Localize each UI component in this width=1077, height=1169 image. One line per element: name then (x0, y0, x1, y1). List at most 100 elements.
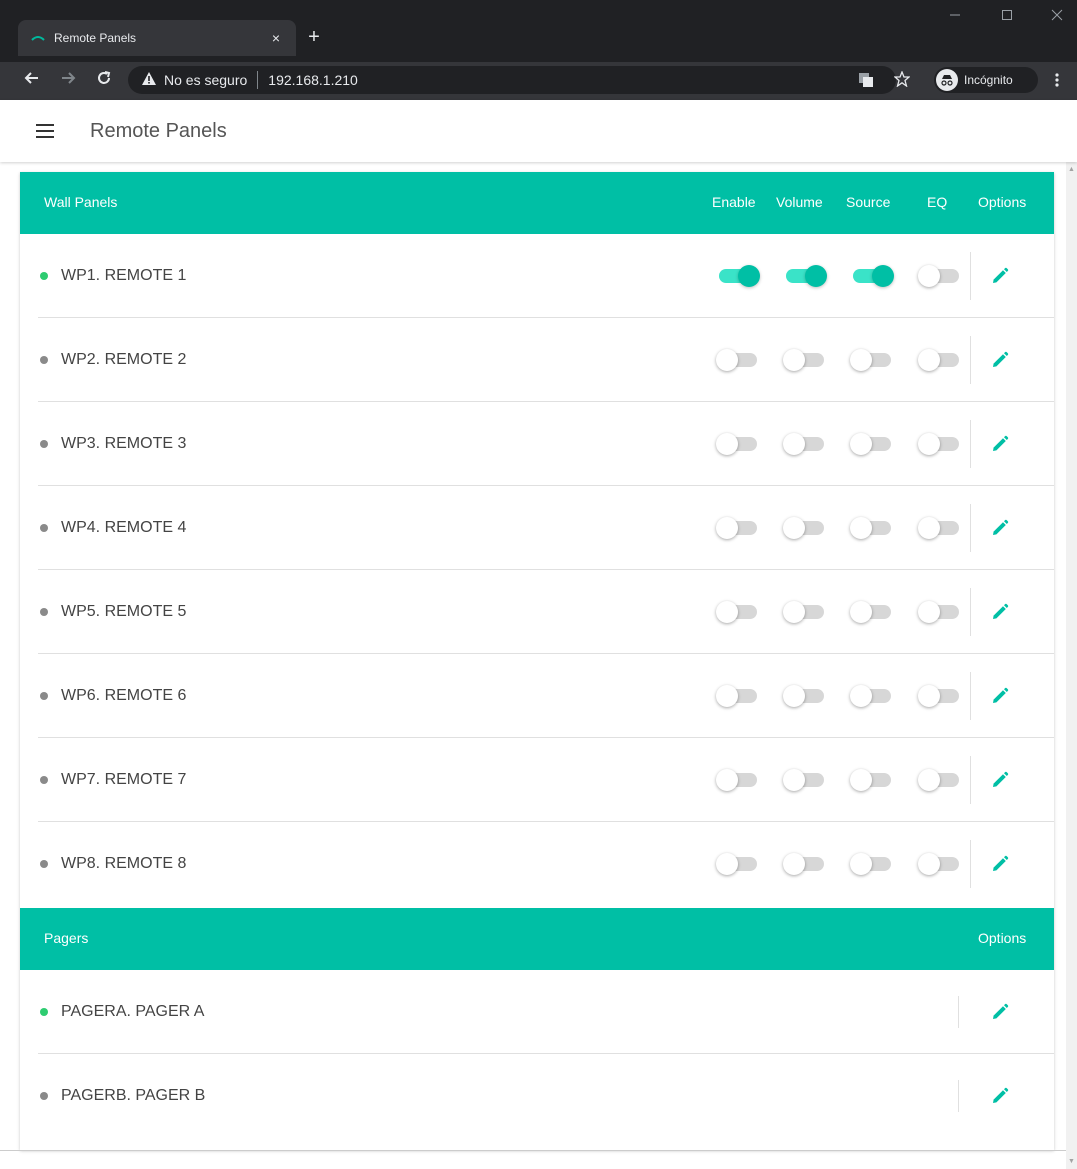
edit-pencil-icon[interactable] (986, 1082, 1014, 1110)
source-toggle-knob[interactable] (850, 853, 872, 875)
volume-toggle[interactable] (783, 685, 827, 707)
enable-toggle-knob[interactable] (716, 601, 738, 623)
enable-toggle-knob[interactable] (738, 265, 760, 287)
eq-toggle-knob[interactable] (918, 853, 940, 875)
source-toggle[interactable] (850, 265, 894, 287)
enable-toggle[interactable] (716, 433, 760, 455)
volume-toggle-knob[interactable] (783, 853, 805, 875)
enable-toggle-knob[interactable] (716, 433, 738, 455)
eq-toggle-knob[interactable] (918, 517, 940, 539)
edit-pencil-icon[interactable] (986, 850, 1014, 878)
volume-toggle-knob[interactable] (783, 769, 805, 791)
volume-toggle[interactable] (783, 601, 827, 623)
enable-toggle-knob[interactable] (716, 349, 738, 371)
enable-toggle-knob[interactable] (716, 853, 738, 875)
back-arrow-icon[interactable] (20, 70, 44, 91)
forward-arrow-icon[interactable] (56, 70, 80, 91)
options-divider (958, 1080, 959, 1112)
source-toggle-knob[interactable] (850, 349, 872, 371)
eq-toggle-knob[interactable] (918, 601, 940, 623)
enable-toggle[interactable] (716, 685, 760, 707)
volume-toggle-knob[interactable] (783, 433, 805, 455)
volume-toggle-knob[interactable] (805, 265, 827, 287)
source-toggle[interactable] (850, 433, 894, 455)
edit-pencil-icon[interactable] (986, 682, 1014, 710)
close-window-icon[interactable] (1042, 8, 1072, 24)
source-toggle-knob[interactable] (872, 265, 894, 287)
eq-toggle-knob[interactable] (918, 433, 940, 455)
volume-toggle[interactable] (783, 349, 827, 371)
options-divider (970, 756, 971, 804)
maximize-icon[interactable] (992, 8, 1022, 24)
tab-close-icon[interactable]: × (264, 30, 288, 46)
eq-toggle-knob[interactable] (918, 349, 940, 371)
minimize-icon[interactable] (940, 8, 970, 24)
volume-toggle-knob[interactable] (783, 685, 805, 707)
eq-toggle[interactable] (918, 433, 962, 455)
source-toggle[interactable] (850, 349, 894, 371)
source-toggle[interactable] (850, 853, 894, 875)
scrollbar[interactable]: ▲ ▼ (1066, 162, 1077, 1169)
source-toggle-knob[interactable] (850, 517, 872, 539)
enable-toggle-knob[interactable] (716, 769, 738, 791)
eq-toggle-knob[interactable] (918, 265, 940, 287)
translate-icon[interactable] (858, 72, 874, 93)
volume-toggle[interactable] (783, 433, 827, 455)
edit-pencil-icon[interactable] (986, 514, 1014, 542)
volume-toggle[interactable] (783, 853, 827, 875)
enable-toggle[interactable] (716, 517, 760, 539)
site-favicon-icon (30, 30, 46, 46)
new-tab-button[interactable]: + (302, 26, 326, 49)
eq-toggle[interactable] (918, 265, 962, 287)
eq-toggle[interactable] (918, 601, 962, 623)
enable-toggle[interactable] (716, 769, 760, 791)
wall-panel-row: WP4. REMOTE 4 (38, 486, 1054, 570)
source-toggle-knob[interactable] (850, 769, 872, 791)
edit-pencil-icon[interactable] (986, 262, 1014, 290)
eq-toggle[interactable] (918, 349, 962, 371)
enable-toggle-knob[interactable] (716, 517, 738, 539)
source-toggle[interactable] (850, 601, 894, 623)
source-toggle[interactable] (850, 685, 894, 707)
eq-toggle[interactable] (918, 517, 962, 539)
enable-toggle[interactable] (716, 601, 760, 623)
scroll-down-icon[interactable]: ▼ (1068, 1158, 1075, 1165)
source-toggle-knob[interactable] (850, 685, 872, 707)
volume-toggle-knob[interactable] (783, 349, 805, 371)
edit-pencil-icon[interactable] (986, 430, 1014, 458)
hamburger-menu-icon[interactable] (36, 124, 54, 138)
source-toggle-knob[interactable] (850, 433, 872, 455)
source-toggle[interactable] (850, 769, 894, 791)
volume-toggle-knob[interactable] (783, 517, 805, 539)
volume-toggle[interactable] (783, 265, 827, 287)
incognito-badge[interactable]: Incógnito (934, 67, 1038, 93)
address-bar[interactable]: No es seguro 192.168.1.210 (128, 66, 896, 94)
eq-toggle[interactable] (918, 853, 962, 875)
edit-pencil-icon[interactable] (986, 598, 1014, 626)
eq-toggle-knob[interactable] (918, 769, 940, 791)
source-toggle[interactable] (850, 517, 894, 539)
enable-toggle-knob[interactable] (716, 685, 738, 707)
panel-name: WP3. REMOTE 3 (61, 435, 187, 452)
browser-tab[interactable]: Remote Panels × (18, 20, 296, 56)
bookmark-star-icon[interactable] (893, 70, 911, 92)
edit-pencil-icon[interactable] (986, 998, 1014, 1026)
edit-pencil-icon[interactable] (986, 766, 1014, 794)
eq-toggle-knob[interactable] (918, 685, 940, 707)
enable-toggle[interactable] (716, 349, 760, 371)
browser-menu-icon[interactable] (1054, 72, 1060, 93)
edit-pencil-icon[interactable] (986, 346, 1014, 374)
enable-toggle[interactable] (716, 265, 760, 287)
scroll-up-icon[interactable]: ▲ (1068, 166, 1075, 173)
source-toggle-knob[interactable] (850, 601, 872, 623)
status-dot-icon (40, 608, 48, 616)
wall-panels-title: Wall Panels (44, 194, 118, 210)
volume-toggle[interactable] (783, 517, 827, 539)
enable-toggle[interactable] (716, 853, 760, 875)
volume-toggle-knob[interactable] (783, 601, 805, 623)
eq-toggle[interactable] (918, 769, 962, 791)
reload-icon[interactable] (92, 70, 116, 91)
eq-toggle[interactable] (918, 685, 962, 707)
panel-name: WP5. REMOTE 5 (61, 603, 187, 620)
volume-toggle[interactable] (783, 769, 827, 791)
